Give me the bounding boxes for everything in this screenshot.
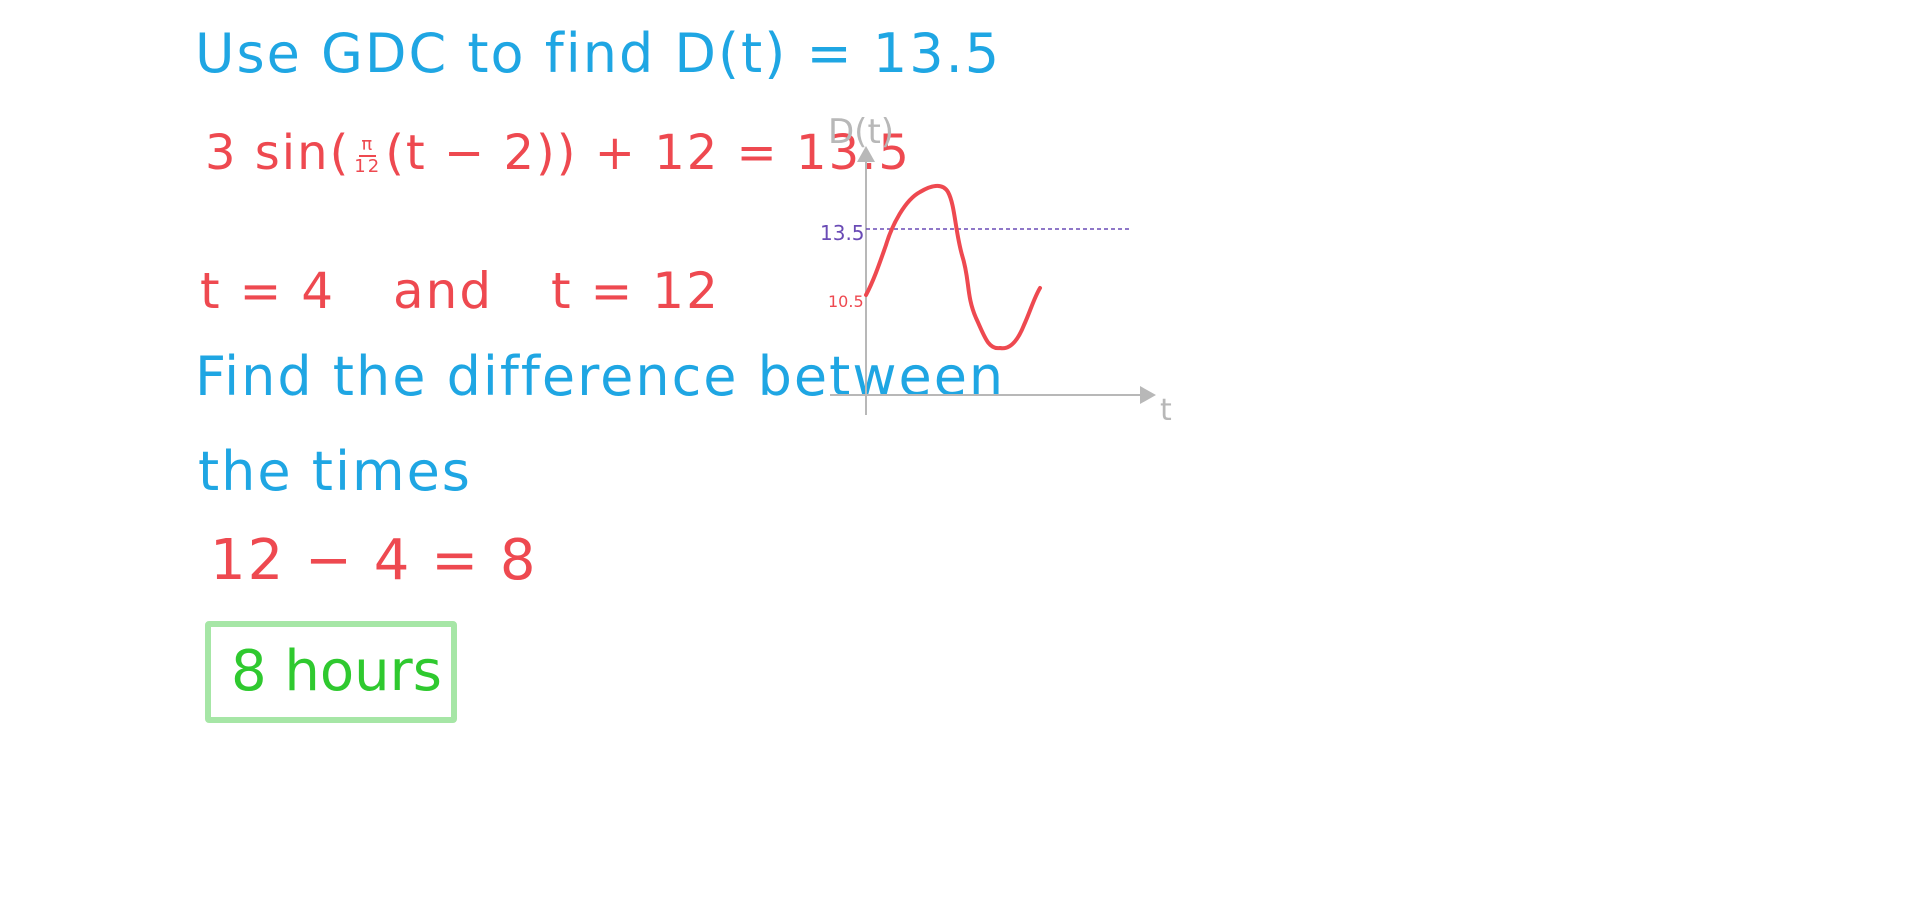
x-axis-label: t xyxy=(1160,393,1172,428)
intercept-label: 10.5 xyxy=(828,292,864,311)
y-axis-label: D(t) xyxy=(828,112,894,152)
sketch-graph: D(t) t 13.5 10.5 xyxy=(820,112,1172,428)
sine-curve xyxy=(864,184,1042,351)
level-label: 13.5 xyxy=(820,221,865,245)
x-axis-arrow-icon xyxy=(1140,386,1156,404)
